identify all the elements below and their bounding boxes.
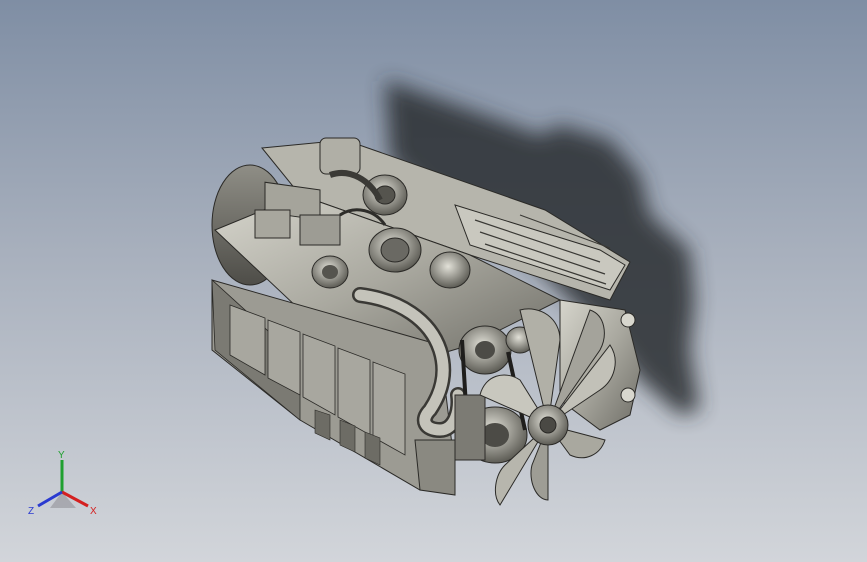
- z-axis-label: Z: [28, 506, 34, 517]
- engine-model[interactable]: [0, 0, 867, 562]
- graphics-viewport[interactable]: Y X Z: [0, 0, 867, 562]
- y-axis-label: Y: [58, 450, 65, 461]
- x-axis-label: X: [90, 506, 97, 517]
- triad-base: [50, 492, 76, 508]
- orientation-triad: Y X Z: [28, 450, 97, 517]
